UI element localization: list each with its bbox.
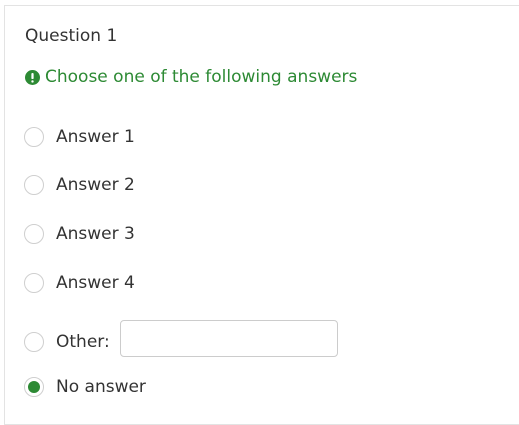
answer-option-1[interactable]: Answer 1 (24, 124, 135, 150)
answer-option-3[interactable]: Answer 3 (24, 221, 135, 247)
answer-2-radio[interactable] (24, 175, 44, 195)
answer-1-radio[interactable] (24, 127, 44, 147)
no-answer-label[interactable]: No answer (56, 377, 146, 397)
other-radio[interactable] (24, 332, 44, 352)
other-label[interactable]: Other: (56, 332, 110, 352)
question-help-text: Choose one of the following answers (45, 67, 358, 87)
question-title: Question 1 (25, 26, 118, 46)
answer-3-radio[interactable] (24, 224, 44, 244)
answer-option-2[interactable]: Answer 2 (24, 172, 135, 198)
answer-1-label[interactable]: Answer 1 (56, 127, 135, 147)
answer-option-no-answer[interactable]: No answer (24, 374, 146, 400)
answer-2-label[interactable]: Answer 2 (56, 175, 135, 195)
other-answer-input[interactable] (120, 320, 338, 357)
answer-4-radio[interactable] (24, 273, 44, 293)
question-help-tip: Choose one of the following answers (25, 67, 357, 87)
answer-4-label[interactable]: Answer 4 (56, 273, 135, 293)
answer-option-4[interactable]: Answer 4 (24, 270, 135, 296)
answer-3-label[interactable]: Answer 3 (56, 224, 135, 244)
answer-option-other[interactable]: Other: (24, 329, 110, 355)
exclamation-circle-icon (25, 69, 40, 85)
no-answer-radio[interactable] (24, 377, 44, 397)
